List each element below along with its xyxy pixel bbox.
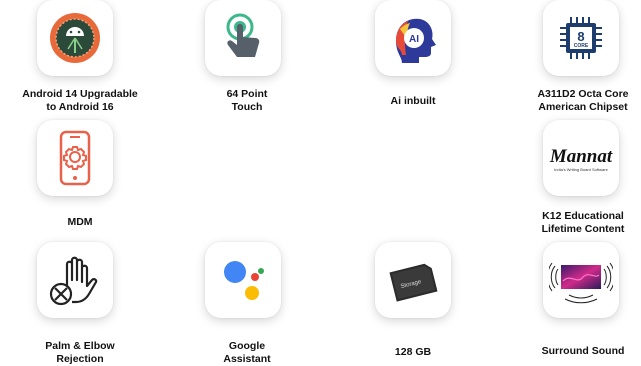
mannat-logo-icon: Mannat India's Writing Board Software: [549, 146, 613, 172]
feature-mdm: MDM: [0, 120, 160, 242]
touch-hand-icon: [226, 13, 260, 57]
feature-tile: [37, 120, 113, 196]
feature-tile: [543, 242, 619, 318]
google-assistant-icon: [224, 261, 264, 300]
android-logo-icon: [50, 13, 100, 63]
palm-rejection-icon: [49, 256, 98, 306]
feature-label: Android 14 Upgradable to Android 16: [22, 88, 138, 113]
mannat-logo-text: Mannat: [549, 146, 613, 167]
feature-label: A311D2 Octa Core American Chipset: [537, 88, 629, 113]
feature-storage: Storage 128 GB: [333, 242, 493, 364]
feature-label: Palm & Elbow Rejection: [45, 340, 115, 365]
feature-tile: Storage: [375, 242, 451, 318]
feature-sound: Surround Sound: [503, 242, 641, 364]
feature-tile: [37, 0, 113, 76]
phone-gear-icon: [59, 130, 91, 186]
feature-label: 128 GB: [394, 346, 432, 358]
feature-chipset: 8 CORE A311D2 Octa Core American Chipset: [503, 0, 641, 122]
chip-core-count: 8: [577, 29, 584, 44]
feature-label: Ai inbuilt: [390, 95, 436, 107]
feature-label: Surround Sound: [541, 345, 625, 357]
feature-tile: Mannat India's Writing Board Software: [543, 120, 619, 196]
feature-mannat: Mannat India's Writing Board Software K1…: [503, 120, 641, 242]
feature-tile: [37, 242, 113, 318]
feature-palm: Palm & Elbow Rejection: [0, 242, 160, 365]
feature-ai: AI Ai inbuilt: [333, 0, 493, 122]
feature-android: Android 14 Upgradable to Android 16: [0, 0, 160, 122]
feature-tile: [205, 0, 281, 76]
chip-core-text: CORE: [574, 43, 589, 49]
feature-tile: [205, 242, 281, 318]
feature-label: 64 Point Touch: [226, 88, 268, 113]
ai-text: AI: [409, 34, 419, 45]
feature-tile: 8 CORE: [543, 0, 619, 76]
speaker-screen-icon: [549, 262, 613, 304]
feature-tile: AI: [375, 0, 451, 76]
cpu-chip-icon: 8 CORE: [560, 17, 602, 59]
ai-head-icon: AI: [396, 18, 436, 64]
mannat-tagline: India's Writing Board Software: [554, 167, 608, 172]
feature-label: K12 Educational Lifetime Content: [541, 210, 625, 235]
sd-card-icon: Storage: [389, 263, 438, 302]
feature-label: MDM: [67, 216, 93, 228]
feature-assistant: Google Assistant: [167, 242, 327, 365]
feature-label: Google Assistant: [223, 340, 271, 365]
feature-touch: 64 Point Touch: [167, 0, 327, 122]
